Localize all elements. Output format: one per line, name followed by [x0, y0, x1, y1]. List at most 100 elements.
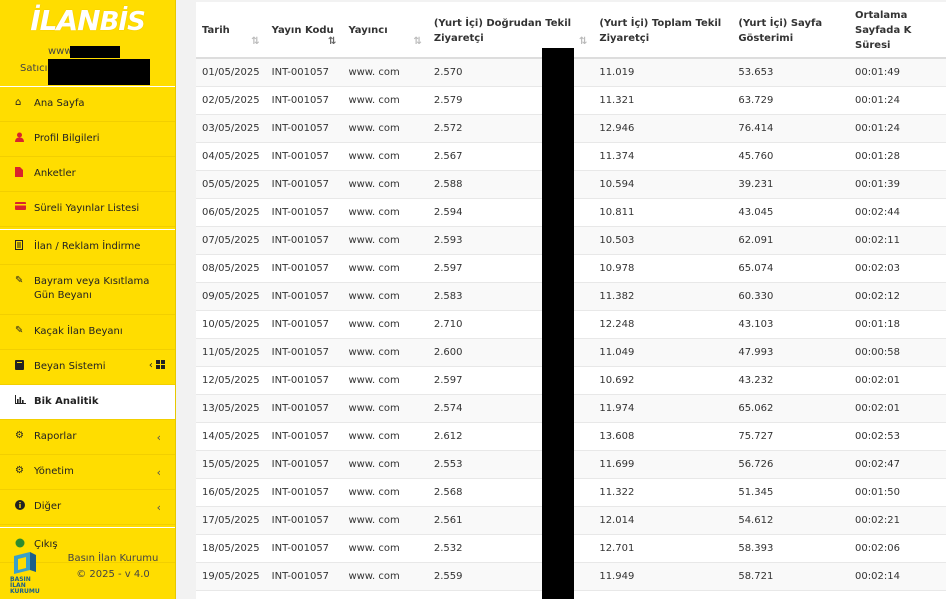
- sidebar: İLANBİS www. m Satıcı: ⌂ Ana Sayfa Profi…: [0, 0, 176, 599]
- table-cell: INT-001057: [265, 113, 343, 142]
- table-cell: www. com: [342, 365, 428, 394]
- sidebar-item-kacak-ilan[interactable]: ✎ Kaçak İlan Beyanı: [0, 315, 175, 350]
- table-cell: 00:02:44: [849, 197, 946, 226]
- table-cell: 63.729: [732, 85, 850, 114]
- document-icon: [15, 240, 30, 254]
- table-cell: INT-001057: [265, 197, 343, 226]
- table-cell: 00:01:50: [849, 477, 946, 506]
- table-cell: 11.949: [593, 561, 733, 590]
- table-cell: 17/05/2025: [196, 505, 266, 534]
- table-cell: 19/05/2025: [196, 561, 266, 590]
- table-cell: INT-001057: [265, 533, 343, 562]
- sidebar-item-sureli-yayinlar[interactable]: Süreli Yayınlar Listesi: [0, 192, 175, 227]
- table-cell: 62.091: [732, 225, 850, 254]
- sidebar-item-ana-sayfa[interactable]: ⌂ Ana Sayfa: [0, 87, 175, 122]
- sidebar-item-label: Anketler: [34, 168, 76, 179]
- cubes-icon: ⚙: [15, 430, 24, 441]
- sidebar-item-label: Yönetim: [34, 466, 74, 477]
- sidebar-item-label: Süreli Yayınlar Listesi: [34, 203, 140, 214]
- table-cell: INT-001057: [265, 505, 343, 534]
- sidebar-item-label: Ana Sayfa: [34, 98, 85, 109]
- table-cell: 10/05/2025: [196, 309, 266, 338]
- table-cell: 00:01:24: [849, 113, 946, 142]
- sidebar-item-profil[interactable]: Profil Bilgileri: [0, 122, 175, 157]
- table-cell: 12.014: [593, 505, 733, 534]
- header-label: Tarih: [202, 25, 230, 36]
- column-header-ortalama-sure[interactable]: Ortalama Sayfada K Süresi: [849, 2, 946, 59]
- table-cell: 11.049: [593, 337, 733, 366]
- table-cell: 12/05/2025: [196, 365, 266, 394]
- bik-logo: BASIN İLAN KURUMU: [10, 550, 46, 595]
- sidebar-item-yonetim[interactable]: ⚙ Yönetim ‹: [0, 455, 175, 490]
- redaction-box: [70, 46, 120, 58]
- logo-sub: BİS: [99, 6, 146, 37]
- logo-main: İLAN: [30, 3, 100, 37]
- table-cell: 12.946: [593, 113, 733, 142]
- sidebar-item-bayram-beyani[interactable]: ✎ Bayram veya Kısıtlama Gün Beyanı: [0, 265, 175, 315]
- chevron-left-windows-icon: ‹: [149, 360, 165, 371]
- table-cell: 11.974: [593, 393, 733, 422]
- table-cell: 00:02:14: [849, 561, 946, 590]
- header-label: Ortalama Sayfada K Süresi: [855, 10, 912, 51]
- sidebar-item-diger[interactable]: Diğer ‹: [0, 490, 175, 525]
- table-cell: 76.414: [732, 113, 850, 142]
- table-cell: 00:01:28: [849, 141, 946, 170]
- column-header-sayfa-gosterimi[interactable]: (Yurt İçi) Sayfa Gösterimi: [732, 2, 850, 59]
- table-cell: INT-001057: [265, 225, 343, 254]
- logo[interactable]: İLANBİS: [0, 0, 175, 40]
- table-cell: 44.970: [732, 589, 850, 599]
- redaction-box: [542, 48, 574, 599]
- table-cell: 09/05/2025: [196, 281, 266, 310]
- sidebar-item-label: Kaçak İlan Beyanı: [34, 326, 123, 337]
- gears-icon: ⚙: [15, 465, 24, 476]
- table-cell: 00:02:03: [849, 253, 946, 282]
- table-cell: INT-001057: [265, 477, 343, 506]
- table-cell: 65.062: [732, 393, 850, 422]
- sidebar-item-beyan-sistemi[interactable]: Beyan Sistemi ‹: [0, 350, 175, 385]
- table-cell: 11.382: [593, 281, 733, 310]
- table-cell: www. com: [342, 449, 428, 478]
- table-cell: 12.701: [593, 533, 733, 562]
- user-info: www. m Satıcı:: [0, 40, 175, 86]
- table-cell: www. com: [342, 225, 428, 254]
- sidebar-item-label: Bik Analitik: [34, 396, 99, 407]
- header-label: Yayın Kodu: [271, 25, 334, 36]
- table-cell: www. com: [342, 253, 428, 282]
- table-cell: 10.503: [593, 225, 733, 254]
- column-header-toplam-tekil[interactable]: (Yurt İçi) Toplam Tekil Ziyaretçi: [593, 2, 733, 59]
- table-cell: 03/05/2025: [196, 113, 266, 142]
- chevron-left-icon: ‹: [156, 466, 161, 479]
- sidebar-item-label: Diğer: [34, 501, 62, 512]
- column-header-tarih[interactable]: Tarih ⇅: [196, 2, 266, 59]
- table-cell: 05/05/2025: [196, 169, 266, 198]
- table-cell: 16/05/2025: [196, 477, 266, 506]
- table-cell: 51.345: [732, 477, 850, 506]
- table-cell: 53.653: [732, 57, 850, 86]
- table-cell: 11.019: [593, 57, 733, 86]
- edit-icon: ✎: [15, 275, 24, 286]
- header-label: (Yurt İçi) Doğrudan Tekil Ziyaretçi: [433, 17, 572, 44]
- chevron-left-icon: ‹: [156, 431, 161, 444]
- column-header-yayinci[interactable]: Yayıncı ⇅: [342, 2, 428, 59]
- table-cell: 13.608: [593, 421, 733, 450]
- sort-asc-icon: ⇅: [328, 36, 337, 47]
- sidebar-item-anketler[interactable]: Anketler: [0, 157, 175, 192]
- table-cell: INT-001057: [265, 281, 343, 310]
- sort-icon: ⇅: [251, 36, 260, 47]
- table-cell: 11.699: [593, 449, 733, 478]
- sidebar-menu: ⌂ Ana Sayfa Profil Bilgileri Anketler Sü…: [0, 86, 175, 563]
- sidebar-item-bik-analitik[interactable]: Bik Analitik: [0, 385, 175, 420]
- table-cell: 18/05/2025: [196, 533, 266, 562]
- sidebar-item-raporlar[interactable]: ⚙ Raporlar ‹: [0, 420, 175, 455]
- info-icon: [15, 500, 30, 514]
- column-header-yayin-kodu[interactable]: Yayın Kodu ⇅: [265, 2, 343, 59]
- sidebar-item-ilan-indirme[interactable]: İlan / Reklam İndirme: [0, 230, 175, 265]
- table-cell: 20/05/2025: [196, 589, 266, 599]
- table-cell: INT-001057: [265, 85, 343, 114]
- table-cell: INT-001057: [265, 589, 343, 599]
- table-cell: INT-001057: [265, 561, 343, 590]
- table-cell: INT-001057: [265, 393, 343, 422]
- table-cell: 11.374: [593, 141, 733, 170]
- card-icon: [15, 202, 30, 214]
- table-cell: www. com: [342, 57, 428, 86]
